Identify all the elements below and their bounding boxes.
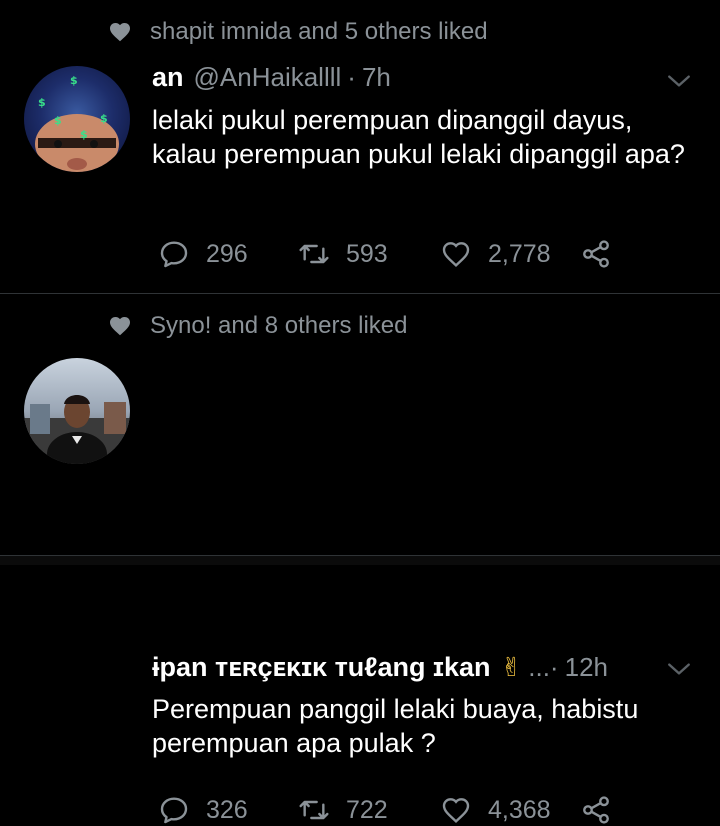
retweet-icon bbox=[299, 244, 329, 264]
user-handle[interactable]: @AnHaikallll bbox=[194, 62, 342, 93]
avatar[interactable] bbox=[24, 358, 130, 464]
svg-text:$: $ bbox=[54, 114, 62, 127]
like-button[interactable]: 4,368 bbox=[440, 794, 580, 826]
like-button[interactable]: 2,778 bbox=[440, 238, 580, 270]
social-context: shapit imnida and 5 others liked bbox=[108, 18, 488, 46]
heart-filled-icon bbox=[110, 317, 130, 336]
heart-outline-icon bbox=[442, 798, 470, 823]
social-context-text[interactable]: Syno! and 8 others liked bbox=[150, 312, 408, 340]
tweet-header: ɨpan ᴛᴇʀçᴇᴋɪᴋ ᴛuℓang ɪkan ✌ ...· 12h bbox=[152, 652, 608, 683]
tweet-actions: 296 593 2,778 bbox=[158, 238, 612, 270]
separator-dot: · bbox=[347, 62, 356, 92]
tweet[interactable]: shapit imnida and 5 others liked $ $ $ $… bbox=[0, 0, 720, 292]
reply-button[interactable]: 296 bbox=[158, 238, 298, 270]
chevron-down-icon[interactable] bbox=[666, 68, 692, 94]
tweet-header: an @AnHaikallll · 7h bbox=[152, 62, 391, 93]
social-context-text[interactable]: shapit imnida and 5 others liked bbox=[150, 18, 488, 46]
share-icon bbox=[583, 796, 609, 824]
social-context: Syno! and 8 others liked bbox=[108, 312, 408, 340]
svg-text:$: $ bbox=[100, 112, 108, 125]
tweet-actions: 326 722 4,368 bbox=[158, 794, 612, 826]
tweet-text: lelaki pukul perempuan dipanggil dayus, … bbox=[152, 105, 685, 169]
avatar-photo: $ $ $ $ $ bbox=[35, 74, 119, 172]
victory-hand-emoji: ✌ bbox=[500, 652, 523, 682]
avatar[interactable]: $ $ $ $ $ bbox=[24, 66, 130, 172]
heart-outline-icon bbox=[442, 242, 470, 267]
retweet-icon bbox=[299, 800, 329, 820]
timestamp[interactable]: 12h bbox=[565, 652, 608, 683]
svg-text:$: $ bbox=[70, 74, 78, 87]
reply-button[interactable]: 326 bbox=[158, 794, 298, 826]
heart-filled-icon bbox=[110, 23, 130, 42]
avatar-photo bbox=[24, 395, 130, 464]
share-button[interactable] bbox=[580, 794, 612, 826]
reply-icon bbox=[160, 241, 188, 268]
like-count: 4,368 bbox=[488, 795, 551, 824]
timeline-feed: shapit imnida and 5 others liked $ $ $ $… bbox=[0, 0, 720, 824]
reply-count: 296 bbox=[206, 239, 248, 268]
share-icon bbox=[583, 240, 609, 268]
separator-dot: ...· bbox=[528, 652, 559, 682]
timestamp[interactable]: 7h bbox=[362, 62, 391, 93]
chevron-down-icon[interactable] bbox=[666, 656, 692, 682]
display-name[interactable]: ɨpan ᴛᴇʀçᴇᴋɪᴋ ᴛuℓang ɪkan bbox=[152, 652, 490, 683]
retweet-count: 593 bbox=[346, 239, 388, 268]
svg-text:$: $ bbox=[80, 128, 88, 141]
reply-count: 326 bbox=[206, 795, 248, 824]
display-name[interactable]: an bbox=[152, 62, 184, 93]
retweet-button[interactable]: 593 bbox=[298, 238, 440, 270]
tweet-text: Perempuan panggil lelaki buaya, habistu … bbox=[152, 694, 639, 758]
svg-text:$: $ bbox=[38, 96, 46, 109]
retweet-button[interactable]: 722 bbox=[298, 794, 440, 826]
retweet-count: 722 bbox=[346, 795, 388, 824]
like-count: 2,778 bbox=[488, 239, 551, 268]
reply-icon bbox=[160, 797, 188, 824]
share-button[interactable] bbox=[580, 238, 612, 270]
